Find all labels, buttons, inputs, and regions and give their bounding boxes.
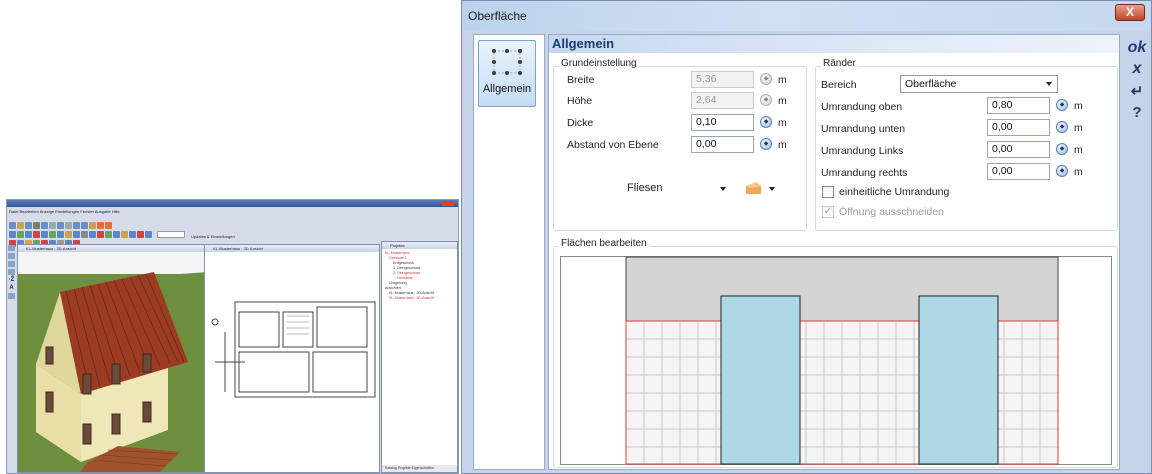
project-pane-title: Projekte xyxy=(382,242,457,249)
bereich-label: Bereich xyxy=(821,79,857,91)
umrandung-links-spinner[interactable]: ◆ xyxy=(1056,143,1068,155)
dialog-sidebar: Allgemein xyxy=(473,34,545,470)
cancel-button[interactable]: x xyxy=(1122,60,1152,78)
umrandung-rechts-label: Umrandung rechts xyxy=(821,167,908,179)
umrandung-rechts-spinner[interactable]: ◆ xyxy=(1056,165,1068,177)
hoehe-label: Höhe xyxy=(567,95,593,107)
help-button[interactable]: ? xyxy=(1122,104,1152,121)
thumbnail-close-button[interactable] xyxy=(441,201,455,206)
window-opening-left[interactable] xyxy=(720,295,801,465)
dialog-title: Oberfläche xyxy=(468,9,527,23)
thumbnail-vertical-tools[interactable]: ·Ž A xyxy=(8,245,16,473)
abstand-unit: m xyxy=(778,139,787,151)
material-dropdown-icon[interactable] xyxy=(720,187,726,191)
abstand-field[interactable]: 0,00 xyxy=(691,136,754,153)
floorplan-illustration xyxy=(211,301,376,398)
umrandung-oben-unit: m xyxy=(1074,100,1083,112)
thumbnail-app-window: Datei Bearbeiten Anzeige Einstellungen F… xyxy=(6,199,459,474)
einheitliche-umrandung-checkbox[interactable] xyxy=(822,186,834,198)
pane-2d-title: KL-Musterhaus : 2D-Ansicht xyxy=(205,245,379,252)
bereich-value: Oberfläche xyxy=(905,78,957,90)
hoehe-spinner[interactable]: ◆ xyxy=(760,94,772,106)
breite-spinner[interactable]: ◆ xyxy=(760,73,772,85)
sidebar-item-label: Allgemein xyxy=(482,83,532,95)
grid-points-icon xyxy=(492,49,522,75)
sidebar-item-allgemein[interactable]: Allgemein xyxy=(478,40,536,107)
umrandung-rechts-field[interactable]: 0,00 xyxy=(987,163,1050,180)
oberflaeche-dialog: Oberfläche X Allgemein Allgemein Grundei… xyxy=(461,0,1152,474)
tree-item[interactable]: KL-Musterhaus : 3D-Ansicht xyxy=(385,296,454,301)
breite-unit: m xyxy=(778,74,787,86)
color-dropdown-icon[interactable] xyxy=(769,187,775,191)
thumbnail-update-label[interactable]: Updates & Einstellungen xyxy=(191,233,251,240)
pane-projects[interactable]: Projekte KL-Musterhaus Gebäude 1 Erdgesc… xyxy=(381,241,458,473)
umrandung-links-unit: m xyxy=(1074,144,1083,156)
umrandung-unten-label: Umrandung unten xyxy=(821,123,906,135)
surface-editor-canvas[interactable] xyxy=(560,256,1112,465)
umrandung-oben-spinner[interactable]: ◆ xyxy=(1056,99,1068,111)
close-icon[interactable]: X xyxy=(1115,4,1145,21)
window-opening-right[interactable] xyxy=(918,295,999,465)
dialog-action-toolbar: ok x ↵ ? xyxy=(1122,34,1152,470)
breite-label: Breite xyxy=(567,74,595,86)
oeffnung-ausschneiden-checkbox[interactable]: ✓ xyxy=(822,206,834,218)
flaechen-title: Flächen bearbeiten xyxy=(559,238,649,249)
umrandung-unten-field[interactable]: 0,00 xyxy=(987,119,1050,136)
chevron-down-icon xyxy=(1046,82,1052,86)
dialog-titlebar: Oberfläche X xyxy=(462,1,1151,31)
dicke-label: Dicke xyxy=(567,117,594,129)
pane-3d-view[interactable]: KL-Musterhaus : 3D-Ansicht xyxy=(17,244,207,473)
dicke-field[interactable]: 0,10 xyxy=(691,114,754,131)
project-pane-tabs[interactable]: Katalog Projekte Eigenschaften xyxy=(382,465,457,472)
pane-3d-title: KL-Musterhaus : 3D-Ansicht xyxy=(18,245,206,252)
umrandung-links-label: Umrandung Links xyxy=(821,145,904,157)
hoehe-field[interactable]: 2,64 xyxy=(691,92,754,109)
umrandung-oben-label: Umrandung oben xyxy=(821,101,903,113)
umrandung-unten-spinner[interactable]: ◆ xyxy=(1056,121,1068,133)
apply-button[interactable]: ↵ xyxy=(1122,82,1152,100)
breite-field[interactable]: 5,36 xyxy=(691,71,754,88)
pane-2d-view[interactable]: KL-Musterhaus : 2D-Ansicht xyxy=(204,244,380,473)
thumbnail-menubar[interactable]: Datei Bearbeiten Anzeige Einstellungen F… xyxy=(9,209,120,214)
thumbnail-toolbar-1[interactable] xyxy=(9,216,113,229)
house-3d-illustration xyxy=(18,272,206,472)
tile-color-icon[interactable] xyxy=(746,181,761,194)
dicke-unit: m xyxy=(778,117,787,129)
umrandung-oben-field[interactable]: 0,80 xyxy=(987,97,1050,114)
raender-title: Ränder xyxy=(821,58,858,69)
abstand-spinner[interactable]: ◆ xyxy=(760,138,772,150)
umrandung-rechts-unit: m xyxy=(1074,166,1083,178)
umrandung-unten-unit: m xyxy=(1074,122,1083,134)
dicke-spinner[interactable]: ◆ xyxy=(760,116,772,128)
grundeinstellung-title: Grundeinstellung xyxy=(559,58,639,69)
oeffnung-ausschneiden-label: Öffnung ausschneiden xyxy=(839,206,944,218)
ok-button[interactable]: ok xyxy=(1122,39,1152,57)
hoehe-unit: m xyxy=(778,95,787,107)
einheitliche-umrandung-label: einheitliche Umrandung xyxy=(839,186,950,198)
umrandung-links-field[interactable]: 0,00 xyxy=(987,141,1050,158)
abstand-label: Abstand von Ebene xyxy=(567,139,659,151)
thumbnail-toolbar-2[interactable]: Updates & Einstellungen xyxy=(9,225,252,239)
thumbnail-titlebar xyxy=(7,200,458,207)
dialog-main-panel: Allgemein Grundeinstellung Breite 5,36 ◆… xyxy=(548,34,1120,470)
thumbnail-toolbar-3[interactable] xyxy=(9,234,81,247)
bereich-select[interactable]: Oberfläche xyxy=(900,75,1058,93)
project-tree[interactable]: KL-Musterhaus Gebäude 1 Erdgeschoss 1. O… xyxy=(382,249,457,303)
material-label: Fliesen xyxy=(627,182,663,194)
section-header: Allgemein xyxy=(549,35,1119,53)
